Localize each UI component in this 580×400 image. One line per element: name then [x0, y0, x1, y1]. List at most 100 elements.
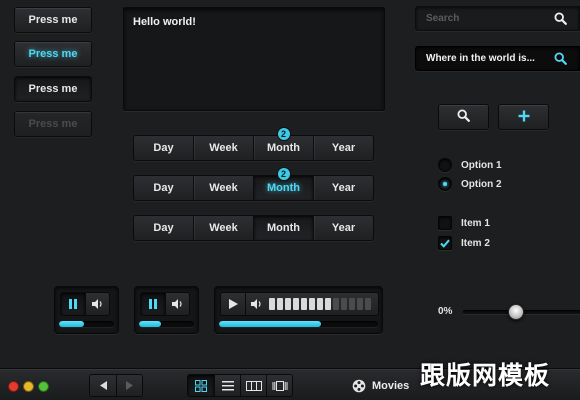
- segment-day[interactable]: Day: [134, 136, 193, 160]
- columns-icon: [245, 380, 262, 391]
- add-button[interactable]: [498, 104, 549, 130]
- progress-track[interactable]: [59, 321, 114, 327]
- back-button[interactable]: [90, 375, 116, 396]
- press-me-button[interactable]: Press me: [14, 7, 92, 33]
- radio-button[interactable]: [438, 158, 452, 172]
- search-icon-button[interactable]: [438, 104, 489, 130]
- checkbox-label: Item 2: [461, 237, 490, 249]
- search-placeholder: Search: [426, 13, 460, 24]
- volume-bar[interactable]: [309, 298, 315, 310]
- segment-month[interactable]: Month 2: [253, 127, 313, 160]
- volume-control[interactable]: [245, 293, 378, 315]
- checkmark-icon: [440, 239, 450, 248]
- progress-track[interactable]: [219, 321, 378, 327]
- segment-year[interactable]: Year: [313, 216, 373, 240]
- view-mode-buttons: [187, 374, 293, 397]
- column-view-button[interactable]: [240, 375, 266, 396]
- movies-section[interactable]: Movies: [352, 379, 409, 393]
- media-player-small: [54, 286, 119, 334]
- volume-bar[interactable]: [293, 298, 299, 310]
- volume-button[interactable]: [85, 293, 109, 315]
- segmented-control-selected: Day Week Month Year: [133, 215, 374, 241]
- film-reel-icon: [352, 379, 366, 393]
- radio-label: Option 1: [461, 159, 502, 171]
- play-button[interactable]: [221, 293, 245, 315]
- segmented-control-default: Day Week Month 2 Year: [133, 127, 374, 161]
- progress-track[interactable]: [139, 321, 194, 327]
- volume-bar[interactable]: [333, 298, 339, 310]
- segment-year[interactable]: Year: [313, 176, 373, 200]
- volume-level-bars[interactable]: [263, 298, 371, 310]
- list-view-button[interactable]: [214, 375, 240, 396]
- search-icon[interactable]: [554, 52, 567, 68]
- volume-button[interactable]: [165, 293, 189, 315]
- volume-bar[interactable]: [341, 298, 347, 310]
- segment-week[interactable]: Week: [193, 176, 253, 200]
- search-input-focused[interactable]: Where in the world is...: [415, 46, 580, 71]
- press-me-disabled-button: Press me: [14, 111, 92, 137]
- volume-bar[interactable]: [301, 298, 307, 310]
- radio-option-1[interactable]: Option 1: [438, 158, 502, 172]
- next-icon: [126, 381, 133, 390]
- search-value: Where in the world is...: [426, 53, 535, 64]
- segment-day[interactable]: Day: [134, 176, 193, 200]
- media-player-large: [214, 286, 383, 334]
- search-icon[interactable]: [554, 12, 567, 28]
- watermark-text: 跟版网模板: [420, 361, 551, 390]
- segment-year[interactable]: Year: [313, 136, 373, 160]
- volume-bar[interactable]: [285, 298, 291, 310]
- radio-option-2[interactable]: Option 2: [438, 177, 502, 191]
- prev-icon: [99, 381, 107, 390]
- grid-icon: [195, 379, 207, 392]
- pause-button[interactable]: [61, 293, 85, 315]
- navigation-buttons: [89, 374, 143, 397]
- segment-month[interactable]: Month: [253, 216, 313, 240]
- checkbox-item-2[interactable]: Item 2: [438, 236, 490, 250]
- segment-month-label: Month: [267, 142, 300, 154]
- radio-button-selected[interactable]: [438, 177, 452, 191]
- volume-bar[interactable]: [325, 298, 331, 310]
- checkbox-label: Item 1: [461, 217, 490, 229]
- slider-knob[interactable]: [507, 304, 524, 320]
- grid-view-button[interactable]: [188, 375, 214, 396]
- search-input[interactable]: Search: [415, 6, 580, 31]
- progress-fill: [219, 321, 321, 327]
- segment-week[interactable]: Week: [193, 136, 253, 160]
- volume-bar[interactable]: [357, 298, 363, 310]
- forward-button[interactable]: [116, 375, 142, 396]
- speaker-icon: [171, 299, 182, 309]
- volume-bar[interactable]: [317, 298, 323, 310]
- coverflow-view-button[interactable]: [266, 375, 292, 396]
- checkbox-item-1[interactable]: Item 1: [438, 216, 490, 230]
- volume-bar[interactable]: [349, 298, 355, 310]
- media-player-small-2: [134, 286, 199, 334]
- pause-button[interactable]: [141, 293, 165, 315]
- volume-bar[interactable]: [269, 298, 275, 310]
- movies-label: Movies: [372, 380, 410, 392]
- notification-badge: 2: [276, 127, 291, 141]
- volume-bar[interactable]: [277, 298, 283, 310]
- segment-month-label: Month: [267, 182, 300, 194]
- volume-bar[interactable]: [365, 298, 371, 310]
- speaker-icon: [91, 299, 102, 309]
- speaker-icon: [251, 299, 261, 309]
- close-window-button[interactable]: [8, 381, 19, 392]
- maximize-window-button[interactable]: [38, 381, 49, 392]
- coverflow-icon: [272, 380, 287, 391]
- pause-icon: [69, 299, 77, 309]
- segment-day[interactable]: Day: [134, 216, 193, 240]
- notification-badge: 2: [276, 167, 291, 181]
- list-icon: [221, 380, 234, 390]
- press-me-pressed-button[interactable]: Press me: [14, 76, 92, 102]
- checkbox[interactable]: [438, 216, 452, 230]
- radio-label: Option 2: [461, 178, 502, 190]
- minimize-window-button[interactable]: [23, 381, 34, 392]
- segment-week[interactable]: Week: [193, 216, 253, 240]
- pause-icon: [149, 299, 157, 309]
- progress-fill: [139, 321, 161, 327]
- slider-value-label: 0%: [438, 306, 453, 317]
- segment-month[interactable]: Month 2: [253, 167, 313, 200]
- text-area[interactable]: Hello world!: [123, 7, 385, 111]
- checkbox-checked[interactable]: [438, 236, 452, 250]
- press-me-active-button[interactable]: Press me: [14, 41, 92, 67]
